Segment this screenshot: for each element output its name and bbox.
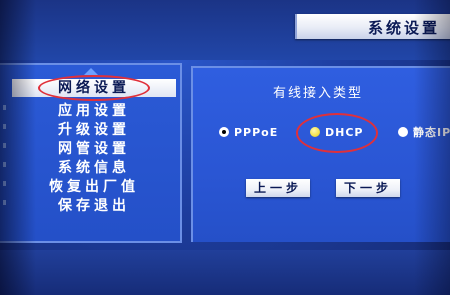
- page-title: 系统设置: [367, 19, 440, 37]
- sidebar-item-system-info[interactable]: 系统信息: [12, 159, 176, 177]
- title-bar: 系统设置: [295, 14, 450, 39]
- settings-screen: 系统设置 网络设置 应用设置 升级设置 网管设置 系统信息 恢复出厂值 保存退出…: [0, 0, 450, 295]
- sidebar-item-network-management[interactable]: 网管设置: [12, 140, 176, 158]
- sidebar-item-network[interactable]: 网络设置: [12, 79, 176, 97]
- wired-access-panel: 有线接入类型 PPPoE DHCP 静态IP 上一步 下一步: [191, 66, 450, 242]
- bottom-band: [0, 250, 450, 295]
- radio-label-static-ip: 静态IP: [413, 126, 450, 139]
- separator-dot: [3, 143, 9, 148]
- sidebar-item-upgrade[interactable]: 升级设置: [12, 121, 176, 139]
- radio-unselected-icon: [398, 127, 408, 137]
- sidebar-item-save-exit[interactable]: 保存退出: [12, 197, 176, 215]
- chevron-up-icon[interactable]: [84, 68, 98, 75]
- separator-dot: [3, 124, 9, 129]
- separator-dot: [3, 200, 9, 205]
- separator-dot: [3, 181, 9, 186]
- next-step-button[interactable]: 下一步: [336, 179, 400, 197]
- separator-dot: [3, 162, 9, 167]
- panel-title: 有线接入类型: [273, 86, 364, 101]
- radio-selected-icon: [310, 127, 320, 137]
- sidebar-item-application[interactable]: 应用设置: [12, 102, 176, 120]
- radio-label-dhcp: DHCP: [325, 126, 364, 139]
- sidebar-menu: 网络设置 应用设置 升级设置 网管设置 系统信息 恢复出厂值 保存退出: [0, 63, 182, 243]
- radio-option-static-ip[interactable]: 静态IP: [398, 125, 450, 141]
- radio-label-pppoe: PPPoE: [234, 126, 279, 139]
- radio-option-pppoe[interactable]: PPPoE: [219, 125, 278, 141]
- separator-dot: [3, 105, 9, 110]
- radio-focused-icon: [219, 127, 229, 137]
- prev-step-button[interactable]: 上一步: [246, 179, 310, 197]
- radio-option-dhcp[interactable]: DHCP: [310, 125, 363, 141]
- sidebar-item-factory-reset[interactable]: 恢复出厂值: [12, 178, 176, 196]
